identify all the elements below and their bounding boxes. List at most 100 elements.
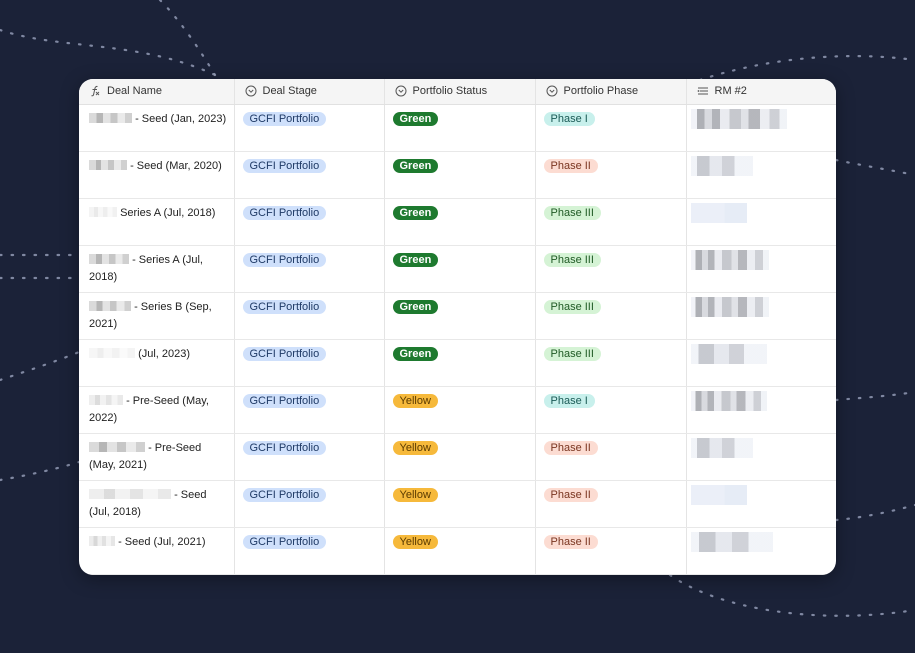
table-row[interactable]: - Pre-Seed (May, 2021) GCFI Portfolio Ye… <box>79 433 836 481</box>
redacted-rm-avatars <box>690 202 747 223</box>
column-header-label: Portfolio Phase <box>563 85 639 98</box>
column-header-label: Portfolio Status <box>412 85 488 98</box>
deal-name-cell[interactable]: Series A (Jul, 2018) <box>79 198 235 246</box>
table-row[interactable]: - Seed (Jul, 2018) GCFI Portfolio Yellow… <box>79 480 836 528</box>
deal-stage-cell[interactable]: GCFI Portfolio <box>234 151 385 199</box>
single-select-icon <box>395 85 407 97</box>
deal-name-cell[interactable]: - Series B (Sep, 2021) <box>79 292 235 340</box>
portfolio-phase-cell[interactable]: Phase II <box>535 527 687 575</box>
phase-badge: Phase III <box>543 205 601 220</box>
rm2-cell[interactable] <box>686 386 836 434</box>
phase-badge: Phase II <box>543 487 598 502</box>
rm2-cell[interactable] <box>686 527 836 575</box>
deal-stage-pill: GCFI Portfolio <box>242 534 327 549</box>
redacted-rm-avatars <box>690 249 769 270</box>
deal-stage-cell[interactable]: GCFI Portfolio <box>234 480 385 528</box>
deal-stage-cell[interactable]: GCFI Portfolio <box>234 433 385 481</box>
column-header-portfolio-status[interactable]: Portfolio Status <box>384 79 536 105</box>
deals-table: Deal Name Deal Stage Portfolio Status Po… <box>79 79 836 575</box>
portfolio-phase-cell[interactable]: Phase II <box>535 151 687 199</box>
redacted-company-name <box>89 535 115 546</box>
portfolio-phase-cell[interactable]: Phase II <box>535 480 687 528</box>
portfolio-phase-cell[interactable]: Phase I <box>535 386 687 434</box>
deal-stage-cell[interactable]: GCFI Portfolio <box>234 339 385 387</box>
portfolio-phase-cell[interactable]: Phase III <box>535 198 687 246</box>
portfolio-status-cell[interactable]: Green <box>384 198 536 246</box>
table-header-row: Deal Name Deal Stage Portfolio Status Po… <box>79 79 836 105</box>
portfolio-status-cell[interactable]: Yellow <box>384 433 536 481</box>
deal-name-cell[interactable]: - Seed (Jul, 2018) <box>79 480 235 528</box>
column-header-deal-name[interactable]: Deal Name <box>79 79 235 105</box>
portfolio-phase-cell[interactable]: Phase I <box>535 104 687 152</box>
portfolio-phase-cell[interactable]: Phase III <box>535 292 687 340</box>
table-row[interactable]: - Pre-Seed (May, 2022) GCFI Portfolio Ye… <box>79 386 836 434</box>
portfolio-phase-cell[interactable]: Phase III <box>535 339 687 387</box>
portfolio-phase-cell[interactable]: Phase II <box>535 433 687 481</box>
single-select-icon <box>546 85 558 97</box>
table-row[interactable]: (Jul, 2023) GCFI Portfolio Green Phase I… <box>79 339 836 387</box>
deal-stage-pill: GCFI Portfolio <box>242 205 327 220</box>
status-badge: Yellow <box>392 534 438 549</box>
deal-stage-cell[interactable]: GCFI Portfolio <box>234 292 385 340</box>
portfolio-status-cell[interactable]: Yellow <box>384 386 536 434</box>
rm2-cell[interactable] <box>686 198 836 246</box>
portfolio-status-cell[interactable]: Yellow <box>384 480 536 528</box>
deal-name-cell[interactable]: - Seed (Mar, 2020) <box>79 151 235 199</box>
deal-name-cell[interactable]: (Jul, 2023) <box>79 339 235 387</box>
deal-stage-cell[interactable]: GCFI Portfolio <box>234 245 385 293</box>
table-row[interactable]: - Series A (Jul, 2018) GCFI Portfolio Gr… <box>79 245 836 293</box>
deal-stage-pill: GCFI Portfolio <box>242 158 327 173</box>
table-row[interactable]: - Seed (Jul, 2021) GCFI Portfolio Yellow… <box>79 527 836 575</box>
redacted-company-name <box>89 347 135 358</box>
column-header-rm2[interactable]: RM #2 <box>686 79 836 105</box>
rm2-cell[interactable] <box>686 292 836 340</box>
status-badge: Yellow <box>392 393 438 408</box>
deal-name-text: (Jul, 2023) <box>138 347 191 360</box>
deal-stage-cell[interactable]: GCFI Portfolio <box>234 527 385 575</box>
status-badge: Green <box>392 346 439 361</box>
rm2-cell[interactable] <box>686 151 836 199</box>
deal-name-cell[interactable]: - Pre-Seed (May, 2022) <box>79 386 235 434</box>
table-row[interactable]: Series A (Jul, 2018) GCFI Portfolio Gree… <box>79 198 836 246</box>
phase-badge: Phase II <box>543 534 598 549</box>
deal-stage-pill: GCFI Portfolio <box>242 440 327 455</box>
portfolio-status-cell[interactable]: Green <box>384 245 536 293</box>
deal-stage-cell[interactable]: GCFI Portfolio <box>234 386 385 434</box>
redacted-company-name <box>89 112 132 123</box>
rm2-cell[interactable] <box>686 245 836 293</box>
deal-name-cell[interactable]: - Pre-Seed (May, 2021) <box>79 433 235 481</box>
phase-badge: Phase III <box>543 346 601 361</box>
portfolio-status-cell[interactable]: Green <box>384 339 536 387</box>
column-header-label: Deal Stage <box>262 85 317 98</box>
rm2-cell[interactable] <box>686 433 836 481</box>
status-badge: Yellow <box>392 440 438 455</box>
portfolio-status-cell[interactable]: Green <box>384 292 536 340</box>
phase-badge: Phase II <box>543 158 598 173</box>
table-row[interactable]: - Seed (Jan, 2023) GCFI Portfolio Green … <box>79 104 836 152</box>
deal-stage-cell[interactable]: GCFI Portfolio <box>234 104 385 152</box>
column-header-portfolio-phase[interactable]: Portfolio Phase <box>535 79 687 105</box>
status-badge: Green <box>392 205 439 220</box>
table-row[interactable]: - Seed (Mar, 2020) GCFI Portfolio Green … <box>79 151 836 199</box>
deal-stage-pill: GCFI Portfolio <box>242 346 327 361</box>
rm2-cell[interactable] <box>686 339 836 387</box>
column-header-label: Deal Name <box>107 85 163 98</box>
table-row[interactable]: - Series B (Sep, 2021) GCFI Portfolio Gr… <box>79 292 836 340</box>
deal-name-cell[interactable]: - Seed (Jul, 2021) <box>79 527 235 575</box>
deal-name-text: - Seed (Mar, 2020) <box>130 159 222 172</box>
portfolio-status-cell[interactable]: Green <box>384 104 536 152</box>
redacted-company-name <box>89 488 171 499</box>
portfolio-status-cell[interactable]: Yellow <box>384 527 536 575</box>
redacted-rm-avatars <box>690 343 767 364</box>
deal-name-text: Series A (Jul, 2018) <box>120 206 216 219</box>
phase-badge: Phase I <box>543 393 595 408</box>
deal-stage-pill: GCFI Portfolio <box>242 393 327 408</box>
portfolio-status-cell[interactable]: Green <box>384 151 536 199</box>
column-header-deal-stage[interactable]: Deal Stage <box>234 79 385 105</box>
rm2-cell[interactable] <box>686 104 836 152</box>
deal-stage-cell[interactable]: GCFI Portfolio <box>234 198 385 246</box>
rm2-cell[interactable] <box>686 480 836 528</box>
deal-name-cell[interactable]: - Seed (Jan, 2023) <box>79 104 235 152</box>
portfolio-phase-cell[interactable]: Phase III <box>535 245 687 293</box>
deal-name-cell[interactable]: - Series A (Jul, 2018) <box>79 245 235 293</box>
